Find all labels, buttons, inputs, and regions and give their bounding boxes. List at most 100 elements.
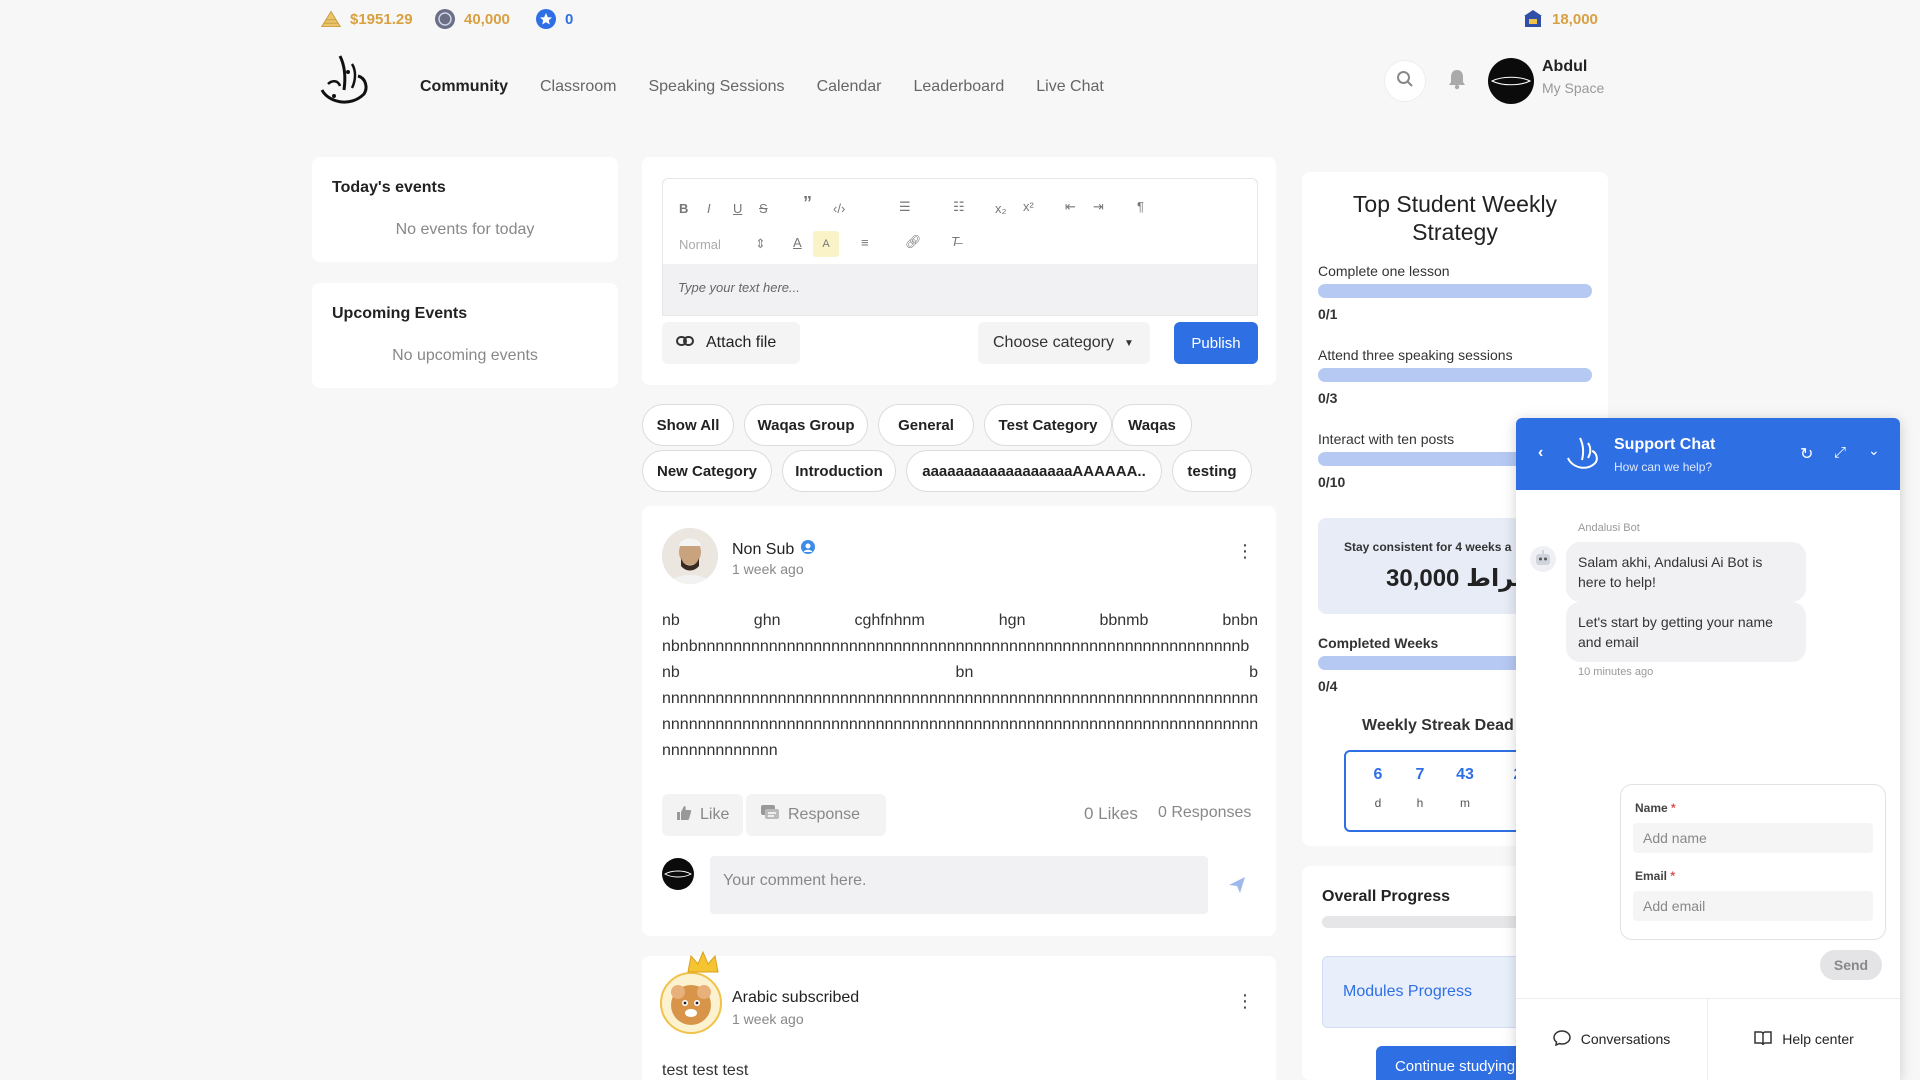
task-label: Complete one lesson	[1318, 263, 1450, 279]
countdown-unit: d	[1374, 796, 1382, 810]
post-body: nb ghn cghfnhnm hgn bbnmb bnbn nbnbnnnnn…	[662, 608, 1258, 764]
author-avatar[interactable]	[660, 972, 722, 1034]
outdent-icon[interactable]: ⇤	[1065, 199, 1076, 215]
send-icon	[1228, 877, 1246, 898]
subscript-icon[interactable]: x₂	[995, 201, 1007, 216]
code-icon[interactable]: ‹/›	[833, 201, 845, 216]
word: nb	[662, 612, 680, 629]
word: hgn	[998, 612, 1026, 629]
bell-icon	[1447, 68, 1467, 95]
editor-input[interactable]: Type your text here...	[662, 264, 1258, 316]
category-pill[interactable]: testing	[1172, 450, 1252, 492]
text-style-select[interactable]: Normal	[679, 237, 721, 252]
conversations-tab[interactable]: Conversations	[1516, 998, 1708, 1080]
user-name: Abdul	[1542, 58, 1588, 75]
todays-events-card: Today's events No events for today	[312, 157, 618, 262]
email-input[interactable]: Add email	[1633, 891, 1873, 921]
brand-logo[interactable]	[310, 50, 374, 114]
help-center-label: Help center	[1782, 1031, 1854, 1047]
chevron-left-icon[interactable]: ‹	[1538, 444, 1543, 462]
post-body: test test test	[662, 1062, 749, 1079]
bullet-list-icon[interactable]: ☷	[953, 199, 965, 215]
notifications-button[interactable]	[1436, 60, 1478, 102]
category-pill[interactable]: aaaaaaaaaaaaaaaaaaAAAAAA..	[906, 450, 1162, 492]
category-pill[interactable]: General	[878, 404, 974, 446]
name-input[interactable]: Add name	[1633, 823, 1873, 853]
likes-count[interactable]: 0 Likes	[1084, 804, 1138, 824]
word: b	[1249, 664, 1258, 681]
category-pill[interactable]: New Category	[642, 450, 772, 492]
crown-icon	[686, 950, 720, 981]
chat-header: ‹ Support Chat How can we help? ↻ ⤢ ⌄	[1516, 418, 1900, 490]
underline-icon[interactable]: U	[733, 201, 742, 216]
category-pill[interactable]: Test Category	[984, 404, 1112, 446]
author-name[interactable]: Non Sub	[732, 541, 794, 559]
money-stat: $1951.29	[320, 8, 413, 30]
text-color-icon[interactable]: A	[793, 235, 802, 250]
task-label: Attend three speaking sessions	[1318, 347, 1513, 363]
bot-message: Salam akhi, Andalusi Ai Bot is here to h…	[1566, 542, 1806, 602]
clear-format-icon[interactable]: T̶	[951, 234, 959, 249]
name-label-text: Name	[1635, 801, 1668, 815]
nav-community[interactable]: Community	[420, 78, 508, 96]
align-icon[interactable]: ≡	[861, 235, 869, 250]
more-options-icon[interactable]: ⋮	[1236, 542, 1254, 560]
link-icon	[676, 334, 694, 352]
author-avatar[interactable]	[662, 528, 718, 584]
search-button[interactable]	[1384, 60, 1426, 102]
rtl-icon[interactable]: ¶	[1137, 199, 1144, 214]
like-button[interactable]: Like	[662, 794, 744, 836]
name-label: Name *	[1635, 801, 1676, 815]
word: cghfnhnm	[854, 612, 925, 629]
post-line: nnnnnnnnnnnnnnnnnnnnnnnnnnnnnnnnnnnnnnnn…	[662, 716, 1258, 733]
attach-file-button[interactable]: Attach file	[662, 322, 800, 364]
nav-leaderboard[interactable]: Leaderboard	[914, 78, 1005, 96]
search-icon	[1396, 70, 1414, 93]
responses-count[interactable]: 0 Responses	[1158, 804, 1251, 822]
user-avatar[interactable]	[1488, 58, 1534, 104]
strategy-title-line: Top Student Weekly	[1352, 191, 1558, 217]
user-subtitle: My Space	[1542, 80, 1605, 96]
strike-icon[interactable]: S	[759, 201, 768, 216]
category-pill[interactable]: Waqas Group	[744, 404, 868, 446]
category-pill[interactable]: Waqas	[1112, 404, 1192, 446]
highlight-icon[interactable]: A	[813, 231, 839, 257]
task-count: 0/1	[1318, 306, 1338, 322]
chevron-down-icon[interactable]: ⌄	[1868, 442, 1880, 459]
strategy-title-line: Strategy	[1412, 219, 1498, 245]
reward-title: Stay consistent for 4 weeks a	[1344, 540, 1512, 554]
response-button[interactable]: Response	[746, 794, 886, 836]
chevron-down-icon: ▼	[1123, 337, 1134, 349]
author-name[interactable]: Arabic subscribed	[732, 989, 859, 1007]
category-pill[interactable]: Introduction	[782, 450, 896, 492]
refresh-icon[interactable]: ↻	[1800, 444, 1813, 464]
category-select[interactable]: Choose category ▼	[978, 322, 1150, 364]
link-icon[interactable]: 🔗︎	[905, 234, 922, 250]
help-center-tab[interactable]: Help center	[1708, 998, 1900, 1080]
category-pill[interactable]: Show All	[642, 404, 734, 446]
send-button[interactable]: Send	[1820, 950, 1882, 980]
nav-speaking-sessions[interactable]: Speaking Sessions	[648, 78, 784, 96]
continue-studying-button[interactable]: Continue studying	[1376, 1046, 1534, 1080]
italic-icon[interactable]: I	[707, 201, 711, 216]
user-menu[interactable]: Abdul My Space	[1542, 58, 1604, 96]
publish-button[interactable]: Publish	[1174, 322, 1258, 364]
ordered-list-icon[interactable]: ☰	[899, 199, 911, 215]
streak-title: Weekly Streak Dead	[1362, 717, 1514, 734]
upcoming-events-empty: No upcoming events	[392, 347, 538, 364]
send-comment-button[interactable]	[1228, 876, 1246, 899]
expand-icon[interactable]: ⤢	[1834, 444, 1846, 461]
post-time: 1 week ago	[732, 561, 804, 577]
bold-icon[interactable]: B	[679, 201, 688, 216]
countdown-value: 7	[1415, 766, 1425, 783]
nav-classroom[interactable]: Classroom	[540, 78, 616, 96]
comment-icon	[760, 804, 780, 827]
quote-icon[interactable]: ”	[803, 193, 812, 214]
conversations-label: Conversations	[1580, 1031, 1671, 1047]
comment-input[interactable]: Your comment here.	[710, 856, 1208, 914]
more-options-icon[interactable]: ⋮	[1236, 992, 1254, 1010]
superscript-icon[interactable]: x²	[1023, 199, 1034, 214]
indent-icon[interactable]: ⇥	[1093, 199, 1104, 215]
nav-live-chat[interactable]: Live Chat	[1036, 78, 1104, 96]
nav-calendar[interactable]: Calendar	[817, 78, 882, 96]
